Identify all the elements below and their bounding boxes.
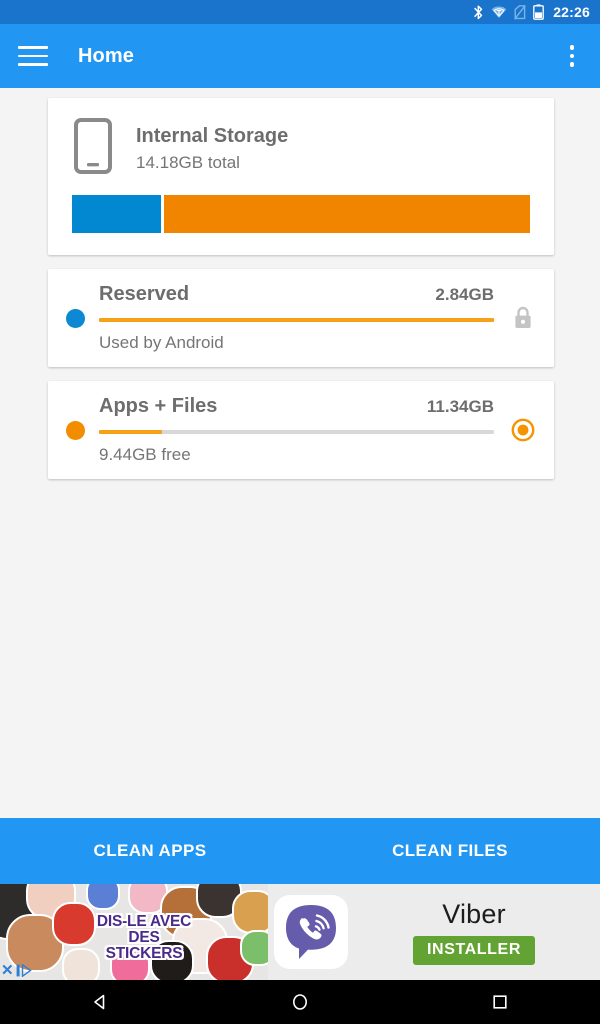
clean-apps-button[interactable]: CLEAN APPS xyxy=(0,818,300,884)
ad-title: Viber xyxy=(442,899,506,929)
ad-artwork-text: DIS-LE AVEC DES STICKERS xyxy=(96,913,192,962)
hamburger-menu-icon[interactable] xyxy=(18,44,48,68)
android-nav-bar xyxy=(0,980,600,1024)
radio-selected-icon[interactable] xyxy=(508,417,538,443)
storage-item-value: 2.84GB xyxy=(435,285,494,304)
legend-dot-apps-files xyxy=(66,420,85,440)
bluetooth-icon xyxy=(473,5,484,20)
storage-item-body: Apps + Files 11.34GB 9.44GB free xyxy=(99,395,494,465)
internal-storage-texts: Internal Storage 14.18GB total xyxy=(136,125,288,173)
overflow-menu-icon[interactable] xyxy=(566,39,579,73)
adchoices-close-icon[interactable]: ✕ xyxy=(1,963,14,978)
sticker-shape xyxy=(232,890,268,934)
recents-square-icon[interactable] xyxy=(400,992,600,1012)
storage-item-progress xyxy=(99,430,494,434)
storage-item-reserved[interactable]: Reserved 2.84GB Used by Android xyxy=(48,269,554,367)
ad-install-button[interactable]: INSTALLER xyxy=(413,936,535,965)
ad-artwork: DIS-LE AVEC DES STICKERS ✕ xyxy=(0,884,268,980)
ad-info: Viber INSTALLER xyxy=(348,884,600,980)
wifi-icon xyxy=(491,5,507,19)
sticker-shape xyxy=(240,930,268,966)
home-circle-icon[interactable] xyxy=(200,992,400,1012)
storage-item-value: 11.34GB xyxy=(426,397,494,416)
status-bar: 22:26 xyxy=(0,0,600,24)
sticker-shape xyxy=(86,884,120,910)
main-content: Internal Storage 14.18GB total Reserved … xyxy=(0,88,600,818)
internal-storage-subtitle: 14.18GB total xyxy=(136,152,240,172)
storage-item-header: Apps + Files 11.34GB xyxy=(99,395,494,418)
internal-storage-title: Internal Storage xyxy=(136,124,289,147)
internal-storage-card[interactable]: Internal Storage 14.18GB total xyxy=(48,98,554,255)
storage-item-progress xyxy=(99,318,494,322)
lock-icon xyxy=(508,305,538,331)
stacked-bar-segment-reserved xyxy=(72,195,161,233)
ad-banner[interactable]: DIS-LE AVEC DES STICKERS ✕ Viber INSTALL… xyxy=(0,884,600,980)
page-title: Home xyxy=(78,44,134,67)
storage-item-subtitle: Used by Android xyxy=(99,333,224,352)
bottom-action-bar: CLEAN APPS CLEAN FILES xyxy=(0,818,600,884)
storage-item-body: Reserved 2.84GB Used by Android xyxy=(99,283,494,353)
adchoices-icon[interactable]: ✕ xyxy=(1,963,32,978)
storage-item-title: Apps + Files xyxy=(99,395,218,417)
storage-item-progress-fill xyxy=(99,318,494,322)
storage-item-progress-fill xyxy=(99,430,163,434)
battery-icon xyxy=(533,4,545,20)
stacked-bar-segment-apps xyxy=(163,195,530,233)
back-triangle-icon[interactable] xyxy=(0,992,200,1012)
storage-item-subtitle: 9.44GB free xyxy=(99,445,191,464)
storage-item-apps-files[interactable]: Apps + Files 11.34GB 9.44GB free xyxy=(48,381,554,479)
internal-storage-header: Internal Storage 14.18GB total xyxy=(72,118,530,179)
viber-logo-icon xyxy=(274,895,348,969)
storage-item-title: Reserved xyxy=(99,283,190,305)
app-bar: Home xyxy=(0,24,600,88)
clean-files-button[interactable]: CLEAN FILES xyxy=(300,818,600,884)
status-clock: 22:26 xyxy=(553,4,590,20)
storage-stacked-bar xyxy=(72,195,530,233)
phone-icon xyxy=(72,118,114,179)
sim-off-icon xyxy=(514,4,526,20)
storage-item-header: Reserved 2.84GB xyxy=(99,283,494,306)
legend-dot-reserved xyxy=(66,308,85,328)
